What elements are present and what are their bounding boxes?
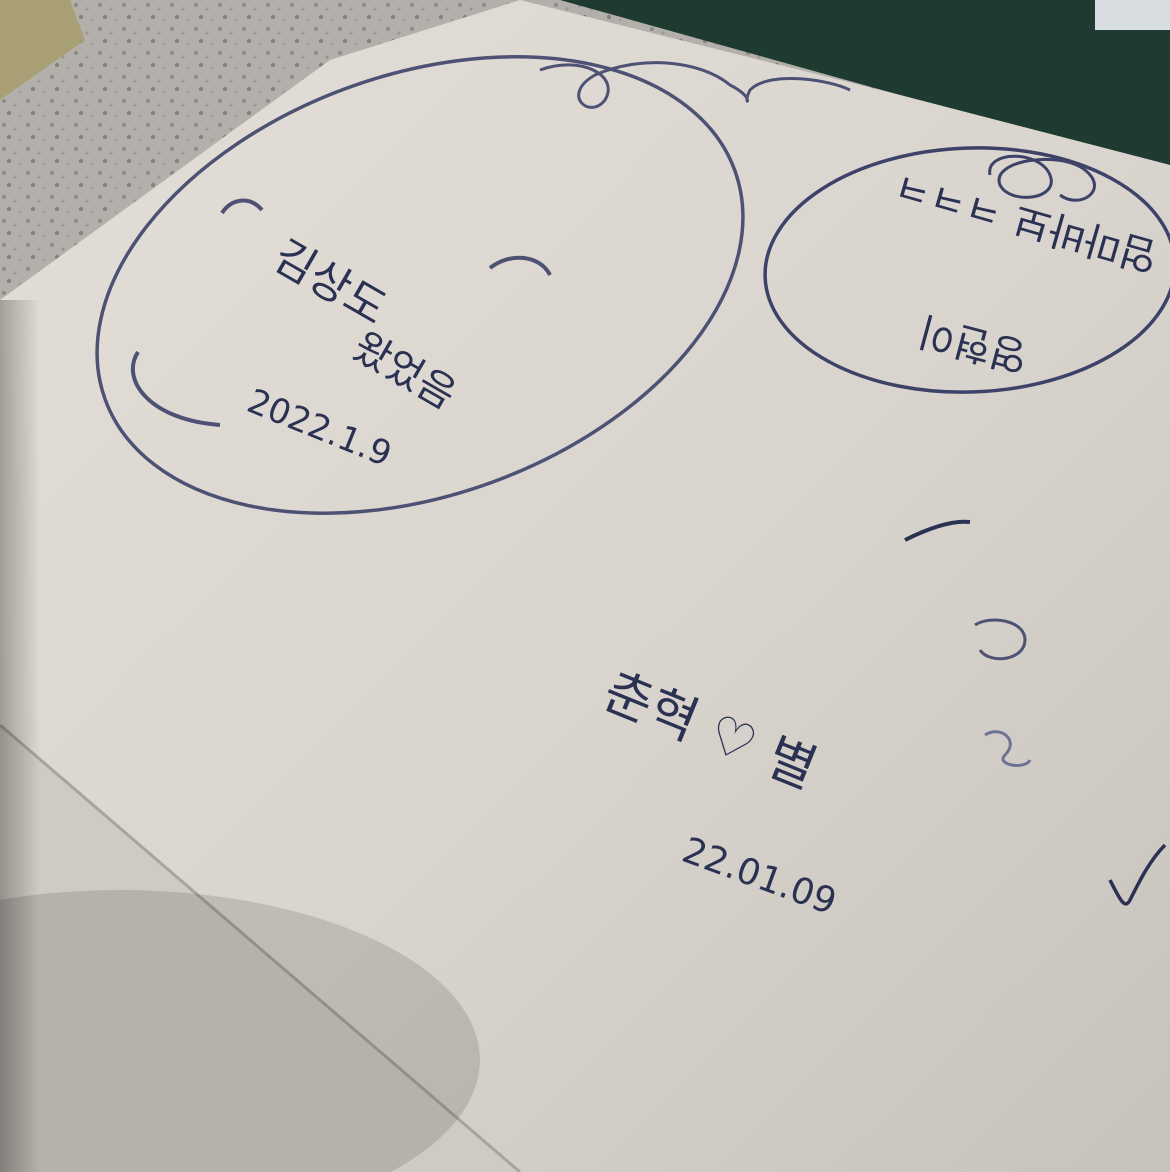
page-edge-shadow xyxy=(0,300,40,1172)
photo-scene: 김상도 왔었음 2022.1.9 엄마바보 ㅋㅋㅋ 영현이 춘혁 ♡ 별 22.… xyxy=(0,0,1170,1172)
white-object-corner xyxy=(1095,0,1170,30)
photo-drawing: 김상도 왔었음 2022.1.9 엄마바보 ㅋㅋㅋ 영현이 춘혁 ♡ 별 22.… xyxy=(0,0,1170,1172)
